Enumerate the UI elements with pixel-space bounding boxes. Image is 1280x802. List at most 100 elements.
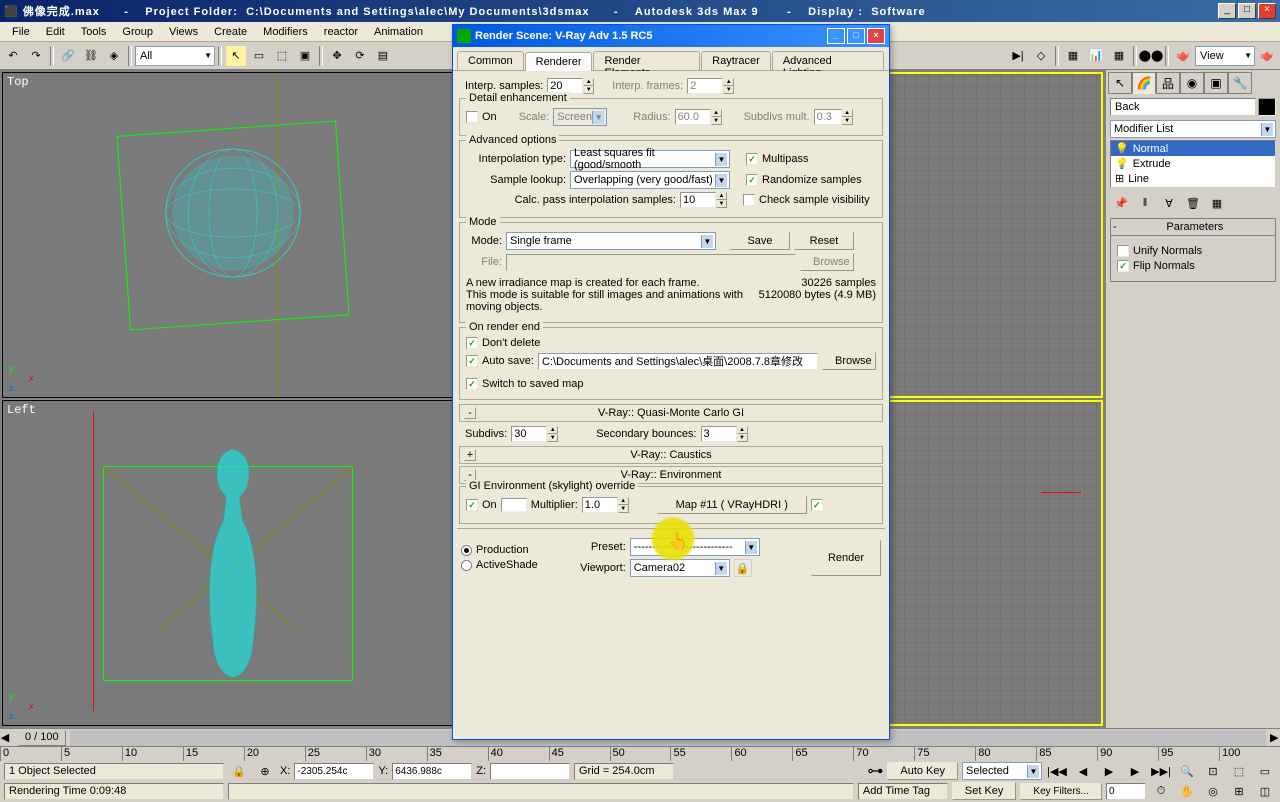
viewport-combo[interactable]: Camera02 <box>630 559 730 577</box>
quick-render-icon[interactable]: 🫖 <box>1256 45 1278 67</box>
key-icon[interactable]: ⊶ <box>867 761 883 781</box>
dont-delete-checkbox[interactable]: ✓ <box>466 337 478 349</box>
preset-combo[interactable]: --------------------------- <box>630 538 760 556</box>
remove-mod-icon[interactable]: 🗑 <box>1182 192 1204 214</box>
switch-checkbox[interactable]: ✓ <box>466 378 478 390</box>
layers-icon[interactable]: ▦ <box>1062 45 1084 67</box>
pan-icon[interactable]: ✋ <box>1176 780 1198 802</box>
caustics-rollup[interactable]: +V-Ray:: Caustics <box>459 446 883 464</box>
keyfilters-button[interactable]: Key Filters... <box>1020 783 1102 800</box>
close-button[interactable]: × <box>1258 3 1276 19</box>
show-end-icon[interactable]: ‖ <box>1134 192 1156 214</box>
autosave-path-input[interactable] <box>538 353 818 370</box>
configure-icon[interactable]: ▦ <box>1206 192 1228 214</box>
render-view-combo[interactable]: View <box>1195 46 1255 66</box>
play-icon[interactable]: ▶ <box>1098 760 1120 782</box>
fov-icon[interactable]: ▭ <box>1254 760 1276 782</box>
rotate-icon[interactable]: ⟳ <box>349 45 371 67</box>
menu-edit[interactable]: Edit <box>38 24 73 40</box>
render-button[interactable]: Render <box>811 540 881 576</box>
interp-type-combo[interactable]: Least squares fit (good/smooth <box>570 150 730 168</box>
tab-raytracer[interactable]: Raytracer <box>701 51 771 70</box>
align-icon[interactable]: ◇ <box>1030 45 1052 67</box>
object-name-input[interactable] <box>1110 98 1256 116</box>
minimize-button[interactable]: _ <box>1218 3 1236 19</box>
min-max-icon[interactable]: ◫ <box>1254 780 1276 802</box>
gi-on-checkbox[interactable]: ✓ <box>466 499 478 511</box>
unlink-icon[interactable]: ⛓ <box>80 45 102 67</box>
autosave-browse-button[interactable]: Browse <box>822 352 876 370</box>
modifier-stack[interactable]: 💡Normal 💡Extrude ⊞Line <box>1110 140 1276 188</box>
render-scene-icon[interactable]: 🫖 <box>1172 45 1194 67</box>
menu-animation[interactable]: Animation <box>366 24 431 40</box>
detail-on-checkbox[interactable] <box>466 111 478 123</box>
timeline-prev-icon[interactable]: ◀ <box>0 731 10 744</box>
zoom-ext-icon[interactable]: ⬚ <box>1228 760 1250 782</box>
save-button[interactable]: Save <box>730 232 790 250</box>
dialog-titlebar[interactable]: Render Scene: V-Ray Adv 1.5 RC5 _ □ × <box>453 25 889 47</box>
tab-common[interactable]: Common <box>457 51 524 70</box>
display-tab-icon[interactable]: ▣ <box>1204 72 1228 94</box>
modify-tab-icon[interactable]: 🌈 <box>1132 72 1156 94</box>
parameters-header[interactable]: Parameters <box>1166 221 1223 233</box>
reset-button[interactable]: Reset <box>794 232 854 250</box>
selection-filter-combo[interactable]: All <box>135 46 215 66</box>
time-config-icon[interactable]: ⏱ <box>1150 780 1172 802</box>
maximize-button[interactable]: □ <box>1238 3 1256 19</box>
lock-icon[interactable]: 🔒 <box>228 760 250 782</box>
color-swatch[interactable] <box>1258 98 1276 116</box>
menu-file[interactable]: File <box>4 24 38 40</box>
gi-map-button[interactable]: Map #11 ( VRayHDRI ) <box>657 496 807 514</box>
calc-samples-input[interactable] <box>680 192 716 208</box>
scale-icon[interactable]: ▤ <box>372 45 394 67</box>
multipass-checkbox[interactable]: ✓ <box>746 153 758 165</box>
gi-color-swatch[interactable] <box>501 498 527 512</box>
autokey-button[interactable]: Auto Key <box>887 762 958 780</box>
select-region-icon[interactable]: ⬚ <box>271 45 293 67</box>
select-name-icon[interactable]: ▭ <box>248 45 270 67</box>
link-icon[interactable]: 🔗 <box>57 45 79 67</box>
randomize-checkbox[interactable]: ✓ <box>746 174 758 186</box>
current-frame-input[interactable] <box>1106 783 1146 800</box>
timeline-next-icon[interactable]: ▶ <box>1270 731 1280 744</box>
z-coord-input[interactable] <box>490 763 570 780</box>
goto-end-icon[interactable]: ▶▶| <box>1150 760 1172 782</box>
zoom-all-icon[interactable]: ⊡ <box>1202 760 1224 782</box>
next-frame-icon[interactable]: ▶ <box>1124 760 1146 782</box>
move-icon[interactable]: ✥ <box>326 45 348 67</box>
arc-rotate-icon[interactable]: ◎ <box>1202 780 1224 802</box>
lock-viewport-icon[interactable]: 🔒 <box>734 559 752 577</box>
sample-lookup-combo[interactable]: Overlapping (very good/fast) <box>570 171 730 189</box>
prev-frame-icon[interactable]: ◀ <box>1072 760 1094 782</box>
keymode-combo[interactable]: Selected <box>962 762 1042 780</box>
create-tab-icon[interactable]: ↖ <box>1108 72 1132 94</box>
menu-create[interactable]: Create <box>206 24 255 40</box>
coord-mode-icon[interactable]: ⊕ <box>254 760 276 782</box>
schematic-icon[interactable]: ▦ <box>1108 45 1130 67</box>
bind-icon[interactable]: ◈ <box>103 45 125 67</box>
qmc-subdivs-input[interactable] <box>511 426 547 442</box>
flip-checkbox[interactable]: ✓ <box>1117 260 1129 272</box>
gi-mult-input[interactable] <box>582 497 618 513</box>
setkey-button[interactable]: Set Key <box>952 782 1017 800</box>
zoom-icon[interactable]: 🔍 <box>1176 760 1198 782</box>
production-radio[interactable] <box>461 545 472 556</box>
dialog-minimize-button[interactable]: _ <box>827 28 845 44</box>
undo-icon[interactable]: ↶ <box>2 45 24 67</box>
modifier-list-combo[interactable]: Modifier List <box>1110 120 1276 138</box>
dialog-close-button[interactable]: × <box>867 28 885 44</box>
menu-views[interactable]: Views <box>161 24 206 40</box>
curve-editor-icon[interactable]: 📊 <box>1085 45 1107 67</box>
activeshade-radio[interactable] <box>461 560 472 571</box>
menu-group[interactable]: Group <box>114 24 161 40</box>
tab-render-elements[interactable]: Render Elements <box>593 51 700 70</box>
expand-icon[interactable]: ⊞ <box>1115 172 1124 185</box>
pin-stack-icon[interactable]: 📌 <box>1110 192 1132 214</box>
material-icon[interactable]: ⬤⬤ <box>1140 45 1162 67</box>
time-tag[interactable]: Add Time Tag <box>858 783 948 800</box>
mode-combo[interactable]: Single frame <box>506 232 716 250</box>
menu-tools[interactable]: Tools <box>73 24 115 40</box>
menu-reactor[interactable]: reactor <box>316 24 366 40</box>
hierarchy-tab-icon[interactable]: 品 <box>1156 72 1180 94</box>
utilities-tab-icon[interactable]: 🔧 <box>1228 72 1252 94</box>
